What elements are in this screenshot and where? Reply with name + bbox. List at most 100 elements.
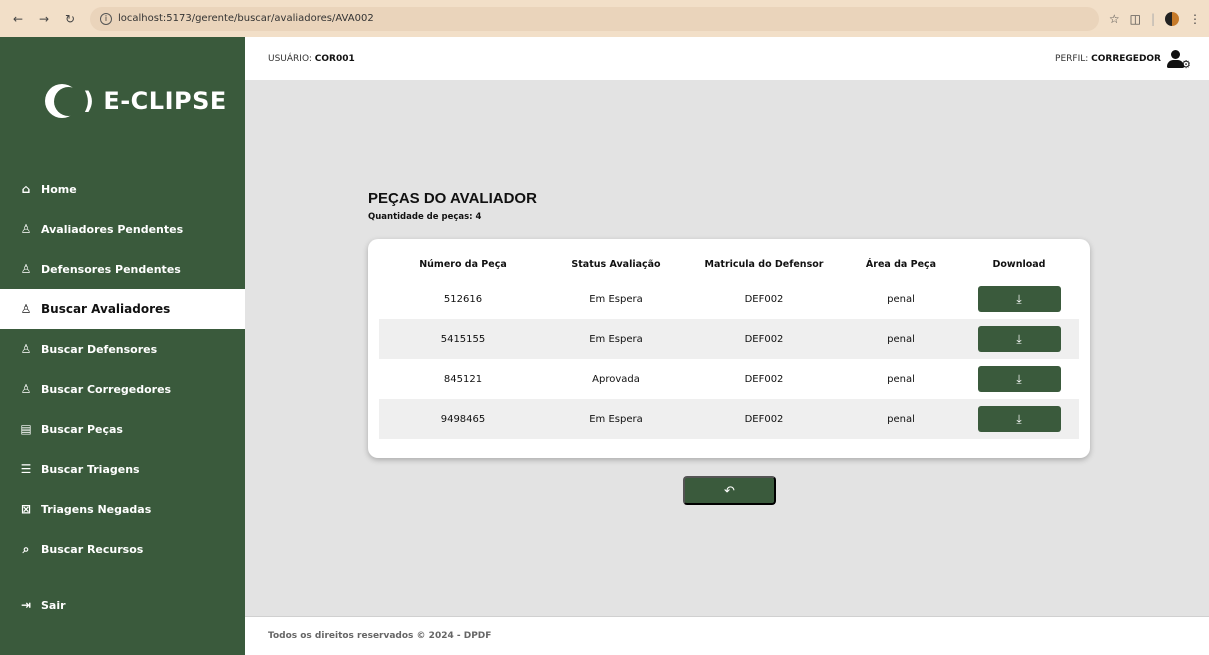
menu-kebab-icon[interactable]: ⋮ — [1189, 12, 1201, 26]
page-title: PEÇAS DO AVALIADOR — [368, 190, 537, 207]
back-arrow-icon: ↶ — [724, 482, 735, 498]
sidebar-item-label: Avaliadores Pendentes — [41, 222, 184, 236]
user-label: USUÁRIO: — [268, 53, 315, 64]
column-header: Status Avaliação — [571, 258, 661, 270]
column-header: Matricula do Defensor — [704, 258, 824, 270]
sidebar-item-label: Buscar Recursos — [41, 542, 144, 556]
evaluation-status: Aprovada — [592, 373, 640, 385]
table-row: 9498465 Em Espera DEF002 penal ⤓ — [379, 399, 1079, 439]
sidebar-item-home[interactable]: ⌂ Home — [0, 169, 245, 209]
download-icon: ⤓ — [1016, 331, 1022, 346]
sidebar-item-label: Buscar Corregedores — [41, 382, 172, 396]
profile-avatar-icon[interactable] — [1165, 11, 1179, 26]
piece-area: penal — [887, 413, 915, 425]
browser-actions: ☆ ◫ | ⋮ — [1109, 11, 1201, 26]
separator: | — [1150, 11, 1155, 26]
moon-logo-icon — [45, 84, 83, 118]
profile-info: PERFIL: CORREGEDOR ⚙ — [1055, 49, 1191, 70]
reload-icon[interactable]: ↻ — [60, 9, 80, 29]
sidebar-item-label: Buscar Triagens — [41, 462, 140, 476]
user-pending-icon: ♙ — [20, 222, 32, 236]
defender-id: DEF002 — [744, 373, 784, 385]
footer: Todos os direitos reservados © 2024 - DP… — [245, 616, 1209, 655]
browser-toolbar: ← → ↻ i localhost:5173/gerente/buscar/av… — [0, 0, 1209, 37]
forward-arrow-icon[interactable]: → — [34, 9, 54, 29]
download-icon: ⤓ — [1016, 371, 1022, 386]
profile-label: PERFIL: — [1055, 53, 1092, 64]
table-row: 845121 Aprovada DEF002 penal ⤓ — [379, 359, 1079, 399]
piece-area: penal — [887, 293, 915, 305]
column-header: Download — [992, 258, 1046, 270]
sidebar-item-buscar-pecas[interactable]: ▤ Buscar Peças — [0, 409, 245, 449]
user-search-icon: ♙ — [20, 342, 32, 356]
sidebar-menu: ⌂ Home ♙ Avaliadores Pendentes ♙ Defenso… — [0, 169, 245, 569]
bookmark-star-icon[interactable]: ☆ — [1109, 12, 1120, 26]
home-icon: ⌂ — [21, 182, 31, 196]
piece-area: penal — [887, 333, 915, 345]
sidebar-item-defensores-pendentes[interactable]: ♙ Defensores Pendentes — [0, 249, 245, 289]
sidebar-item-label: Buscar Defensores — [41, 342, 158, 356]
piece-area: penal — [887, 373, 915, 385]
top-header: USUÁRIO: COR001 PERFIL: CORREGEDOR ⚙ — [245, 37, 1209, 80]
extensions-icon[interactable]: ◫ — [1130, 12, 1141, 26]
download-button[interactable]: ⤓ — [977, 326, 1061, 352]
footer-text: Todos os direitos reservados © 2024 - DP… — [268, 631, 492, 641]
table-header: Número da Peça Status Avaliação Matricul… — [379, 249, 1079, 279]
defender-id: DEF002 — [744, 333, 784, 345]
sidebar-item-triagens-negadas[interactable]: ⊠ Triagens Negadas — [0, 489, 245, 529]
pieces-table: Número da Peça Status Avaliação Matricul… — [368, 239, 1090, 458]
user-search-icon: ♙ — [20, 302, 32, 316]
user-settings-icon[interactable]: ⚙ — [1167, 49, 1191, 70]
user-info: USUÁRIO: COR001 — [268, 54, 355, 64]
sidebar-item-buscar-recursos[interactable]: ⌕ Buscar Recursos — [0, 529, 245, 569]
back-button[interactable]: ↶ — [683, 476, 776, 505]
download-button[interactable]: ⤓ — [977, 406, 1061, 432]
profile-value: CORREGEDOR — [1091, 53, 1161, 64]
piece-number: 5415155 — [440, 333, 486, 345]
piece-count: Quantidade de peças: 4 — [368, 212, 482, 222]
sidebar-item-avaliadores-pendentes[interactable]: ♙ Avaliadores Pendentes — [0, 209, 245, 249]
sidebar-item-label: Buscar Avaliadores — [41, 302, 171, 316]
piece-number: 512616 — [443, 293, 483, 305]
archive-x-icon: ⊠ — [20, 502, 32, 516]
user-value: COR001 — [314, 53, 355, 64]
download-button[interactable]: ⤓ — [977, 286, 1061, 312]
sidebar-item-buscar-defensores[interactable]: ♙ Buscar Defensores — [0, 329, 245, 369]
user-search-icon: ♙ — [20, 382, 32, 396]
download-icon: ⤓ — [1016, 291, 1022, 306]
logout-icon: ⇥ — [20, 598, 32, 612]
evaluation-status: Em Espera — [589, 293, 643, 305]
sidebar-item-buscar-triagens[interactable]: ☰ Buscar Triagens — [0, 449, 245, 489]
scan-search-icon: ⌕ — [22, 541, 30, 556]
url-text: localhost:5173/gerente/buscar/avaliadore… — [118, 13, 374, 24]
logout-label: Sair — [41, 598, 66, 612]
logout-section: ⇥ Sair — [0, 585, 245, 625]
address-bar[interactable]: i localhost:5173/gerente/buscar/avaliado… — [90, 6, 1099, 31]
defender-id: DEF002 — [744, 293, 784, 305]
piece-number: 845121 — [443, 373, 483, 385]
defender-id: DEF002 — [744, 413, 784, 425]
back-arrow-icon[interactable]: ← — [8, 9, 28, 29]
sidebar-item-buscar-corregedores[interactable]: ♙ Buscar Corregedores — [0, 369, 245, 409]
evaluation-status: Em Espera — [589, 333, 643, 345]
user-pending-icon: ♙ — [20, 262, 32, 276]
logout-button[interactable]: ⇥ Sair — [0, 585, 245, 625]
download-button[interactable]: ⤓ — [977, 366, 1061, 392]
sidebar-item-label: Buscar Peças — [41, 422, 123, 436]
list-search-icon: ☰ — [20, 462, 32, 476]
brand-logo[interactable]: ) E-CLIPSE — [45, 84, 227, 118]
evaluation-status: Em Espera — [589, 413, 643, 425]
piece-number: 9498465 — [440, 413, 486, 425]
site-info-icon[interactable]: i — [100, 12, 112, 25]
column-header: Área da Peça — [865, 258, 937, 270]
table-row: 512616 Em Espera DEF002 penal ⤓ — [379, 279, 1079, 319]
table-row: 5415155 Em Espera DEF002 penal ⤓ — [379, 319, 1079, 359]
sidebar-item-buscar-avaliadores[interactable]: ♙ Buscar Avaliadores — [0, 289, 245, 329]
sidebar-item-label: Home — [41, 182, 77, 196]
column-header: Número da Peça — [419, 258, 507, 270]
sidebar: ) E-CLIPSE ⌂ Home ♙ Avaliadores Pendente… — [0, 37, 245, 655]
download-icon: ⤓ — [1016, 411, 1022, 426]
sidebar-item-label: Triagens Negadas — [41, 502, 152, 516]
file-search-icon: ▤ — [20, 422, 32, 436]
brand-name: ) E-CLIPSE — [83, 87, 227, 115]
